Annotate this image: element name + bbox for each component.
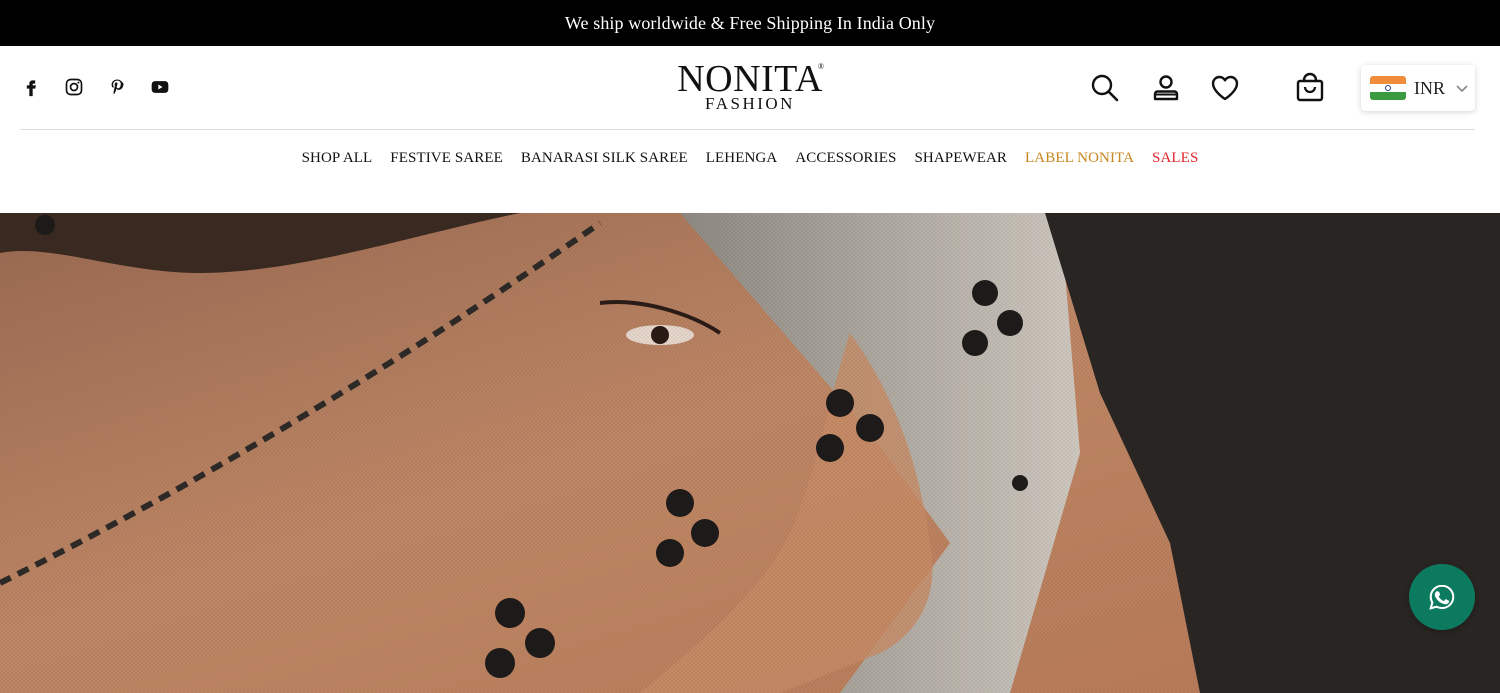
nav-item-sales[interactable]: SALES bbox=[1152, 150, 1198, 167]
logo-registered-mark: ® bbox=[817, 62, 824, 71]
whatsapp-chat-button[interactable] bbox=[1409, 564, 1475, 630]
cart-icon[interactable] bbox=[1294, 72, 1326, 109]
search-icon[interactable] bbox=[1089, 72, 1121, 109]
instagram-icon[interactable] bbox=[63, 76, 84, 97]
header-divider bbox=[20, 129, 1475, 130]
nav-item-festive-saree[interactable]: FESTIVE SAREE bbox=[390, 150, 503, 167]
nav-item-accessories[interactable]: ACCESSORIES bbox=[795, 150, 896, 167]
nav-item-lehenga[interactable]: LEHENGA bbox=[706, 150, 778, 167]
whatsapp-icon bbox=[1429, 584, 1455, 610]
announcement-bar: We ship worldwide & Free Shipping In Ind… bbox=[0, 0, 1500, 46]
nav-item-banarasi-silk-saree[interactable]: BANARASI SILK SAREE bbox=[521, 150, 688, 167]
announcement-text: We ship worldwide & Free Shipping In Ind… bbox=[564, 12, 936, 33]
nav-item-shop-all[interactable]: SHOP ALL bbox=[302, 150, 373, 167]
main-nav: SHOP ALL FESTIVE SAREE BANARASI SILK SAREE… bbox=[0, 150, 1500, 167]
site-logo[interactable]: NONITA FASHION ® bbox=[672, 58, 828, 112]
currency-selector[interactable]: INR bbox=[1361, 65, 1475, 111]
logo-brand: NONITA bbox=[677, 58, 823, 100]
youtube-icon[interactable] bbox=[149, 76, 170, 97]
currency-code: INR bbox=[1414, 77, 1445, 98]
pinterest-icon[interactable] bbox=[106, 76, 127, 97]
chevron-down-icon bbox=[1456, 85, 1468, 93]
india-flag-icon bbox=[1370, 76, 1406, 100]
facebook-icon[interactable] bbox=[20, 76, 41, 97]
account-icon[interactable] bbox=[1150, 72, 1182, 109]
site-header: NONITA FASHION ® INR SHOP ALL FESTIVE SAR… bbox=[0, 46, 1500, 213]
nav-item-shapewear[interactable]: SHAPEWEAR bbox=[914, 150, 1007, 167]
wishlist-icon[interactable] bbox=[1209, 72, 1241, 109]
social-links bbox=[20, 76, 170, 97]
hero-banner-image[interactable] bbox=[0, 213, 1500, 693]
nav-item-label-nonita[interactable]: LABEL NONITA bbox=[1025, 150, 1134, 167]
